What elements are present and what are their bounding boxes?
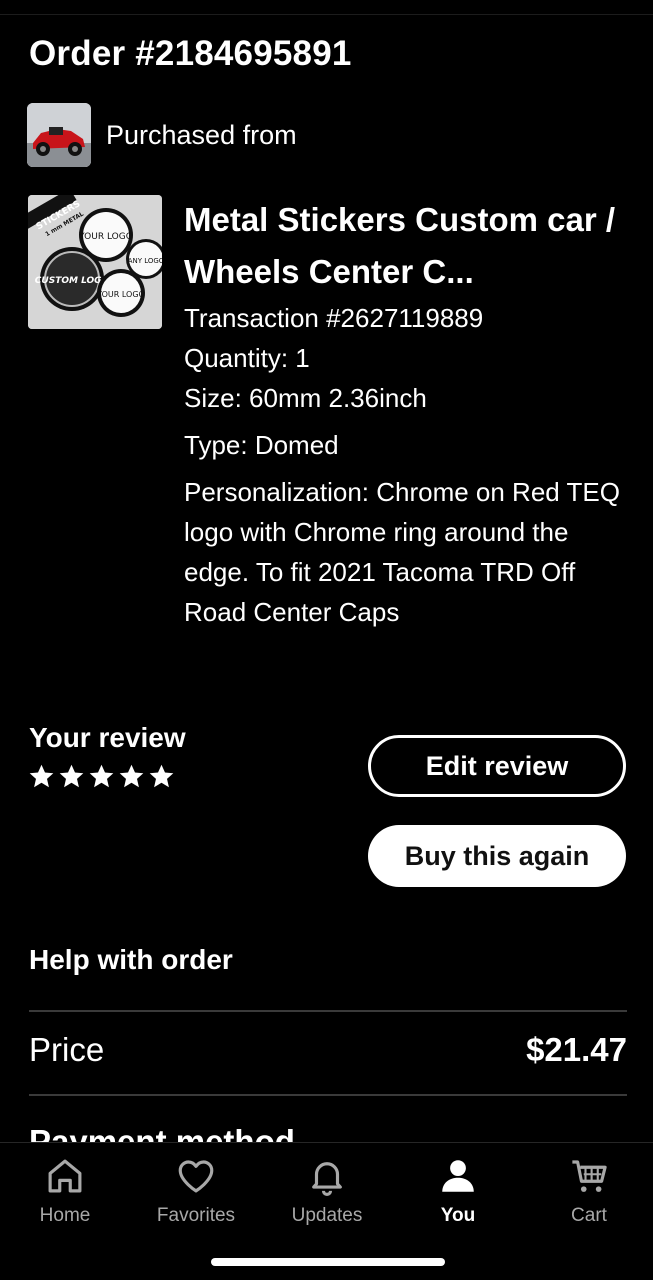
help-with-order-link[interactable]: Help with order	[29, 944, 233, 976]
thumb-your-logo-2-text: YOUR LOGO	[96, 290, 145, 299]
purchased-from-label: Purchased from	[106, 119, 297, 150]
tab-label: Home	[39, 1205, 91, 1226]
tab-label: Updates	[291, 1205, 363, 1226]
divider	[29, 1010, 627, 1012]
product-image[interactable]: STICKERS 1 mm METAL YOUR LOGO ANY LOGO C…	[28, 195, 162, 329]
price-value: $21.47	[526, 1031, 627, 1068]
star-icon	[119, 764, 144, 788]
home-indicator	[211, 1258, 445, 1266]
tab-label: You	[440, 1205, 476, 1226]
bell-icon	[312, 1162, 342, 1196]
cart-icon	[572, 1160, 607, 1192]
user-icon	[442, 1160, 474, 1192]
transaction-number: Transaction #2627119889	[184, 303, 484, 333]
tab-favorites[interactable]: Favorites	[141, 1155, 251, 1227]
divider	[29, 1094, 627, 1096]
buy-again-button[interactable]: Buy this again	[368, 825, 626, 887]
shop-row[interactable]: Purchased from	[27, 103, 297, 167]
tab-cart[interactable]: Cart	[534, 1155, 644, 1227]
price-row: Price $21.47	[29, 1031, 627, 1069]
star-icon	[89, 764, 114, 788]
review-stars	[28, 763, 175, 790]
page-title: Order #2184695891	[29, 34, 352, 73]
star-icon	[59, 764, 84, 788]
edit-review-button[interactable]: Edit review	[368, 735, 626, 797]
home-icon	[48, 1159, 82, 1193]
status-bar-divider	[0, 14, 653, 15]
payment-method-label: Payment method	[29, 1123, 295, 1142]
thumb-any-logo-text: ANY LOGO	[128, 257, 162, 265]
thumb-your-logo-text: YOUR LOGO	[78, 232, 133, 242]
tab-you[interactable]: You	[403, 1155, 513, 1227]
tab-home[interactable]: Home	[10, 1155, 120, 1227]
price-label: Price	[29, 1031, 105, 1068]
star-icon	[29, 764, 54, 788]
tab-updates[interactable]: Updates	[272, 1155, 382, 1227]
personalization-text: Personalization: Chrome on Red TEQ logo …	[184, 477, 620, 627]
product-info: Metal Stickers Custom car / Wheels Cente…	[184, 194, 634, 632]
tab-label: Cart	[571, 1205, 607, 1226]
your-review-label: Your review	[29, 722, 186, 753]
product-title[interactable]: Metal Stickers Custom car / Wheels Cente…	[184, 194, 634, 298]
star-icon	[149, 764, 174, 788]
size-option: Size: 60mm 2.36inch	[184, 383, 427, 413]
thumb-custom-logo-text: CUSTOM LOGO	[35, 276, 110, 286]
tab-label: Favorites	[156, 1205, 236, 1226]
shop-avatar[interactable]	[27, 103, 91, 167]
shop-car-image	[27, 103, 91, 167]
type-option: Type: Domed	[184, 430, 339, 460]
heart-icon	[178, 1160, 214, 1193]
quantity: Quantity: 1	[184, 343, 310, 373]
